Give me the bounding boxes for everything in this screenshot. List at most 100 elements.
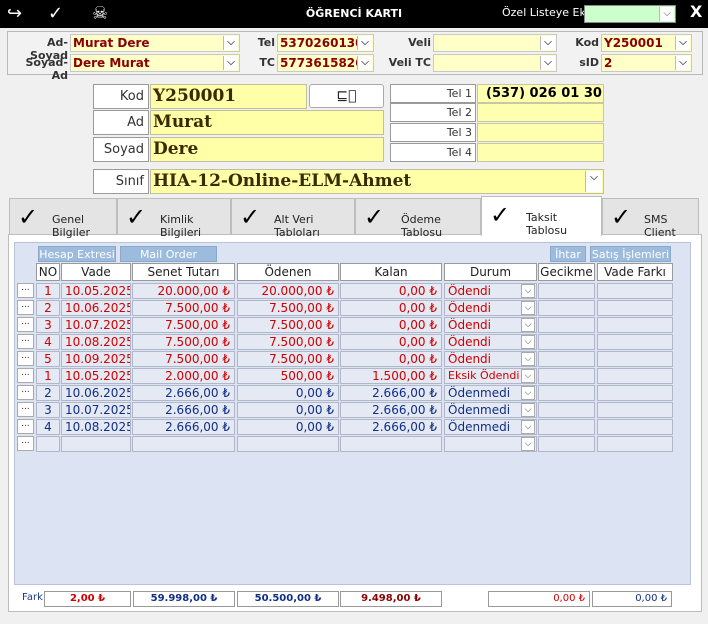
chevron-down-icon[interactable]: ⌵ bbox=[675, 36, 690, 50]
chevron-down-icon[interactable]: ⌵ bbox=[357, 36, 372, 50]
tab-odeme-tablosu[interactable]: ✓ Ödeme Tablosu bbox=[355, 198, 481, 239]
table-cell-empty[interactable] bbox=[597, 436, 673, 452]
table-cell-vade-farki[interactable] bbox=[597, 368, 673, 384]
table-cell-kalan[interactable]: 0,00 ₺ bbox=[340, 334, 442, 350]
chevron-down-icon[interactable]: ⌵ bbox=[521, 318, 535, 332]
chevron-down-icon[interactable]: ⌵ bbox=[223, 36, 238, 50]
table-cell-vade-farki[interactable] bbox=[597, 385, 673, 401]
ad-soyad-field[interactable]: Murat Dere ⌵ bbox=[70, 34, 240, 52]
tab-genel-bilgiler[interactable]: ✓ Genel Bilgiler bbox=[9, 198, 117, 239]
table-cell-empty[interactable] bbox=[340, 436, 442, 452]
table-cell-odenen[interactable]: 500,00 ₺ bbox=[237, 368, 339, 384]
row-detail-button[interactable]: ... bbox=[17, 283, 34, 298]
table-cell-no[interactable]: 5 bbox=[36, 351, 60, 367]
table-cell-kalan[interactable]: 1.500,00 ₺ bbox=[340, 368, 442, 384]
chevron-down-icon[interactable]: ⌵ bbox=[521, 284, 535, 298]
row-detail-button[interactable]: ... bbox=[17, 334, 34, 349]
tel1-field[interactable]: (537) 026 01 30 bbox=[477, 84, 604, 103]
table-cell-vade-farki[interactable] bbox=[597, 283, 673, 299]
col-senet-tutari[interactable]: Senet Tutarı bbox=[132, 263, 235, 281]
table-cell-gecikme[interactable] bbox=[538, 385, 595, 401]
table-cell-gecikme[interactable] bbox=[538, 334, 595, 350]
table-cell-vade[interactable]: 10.09.2025 bbox=[61, 351, 131, 367]
col-odenen[interactable]: Ödenen bbox=[237, 263, 339, 281]
chevron-down-icon[interactable]: ⌵ bbox=[357, 56, 372, 70]
tab-sms-client[interactable]: ✓ SMS Client bbox=[602, 198, 699, 239]
table-cell-no[interactable]: 3 bbox=[36, 402, 60, 418]
table-cell-vade-farki[interactable] bbox=[597, 419, 673, 435]
table-cell-vade-farki[interactable] bbox=[597, 402, 673, 418]
sinif-field[interactable]: HIA-12-Online-ELM-Ahmet ⌵ bbox=[150, 169, 604, 194]
satis-islemleri-button[interactable]: Satış İşlemleri bbox=[590, 246, 671, 262]
table-cell-senet[interactable]: 7.500,00 ₺ bbox=[132, 300, 235, 316]
col-no[interactable]: NO bbox=[36, 263, 60, 281]
table-cell-gecikme[interactable] bbox=[538, 419, 595, 435]
table-cell-no[interactable]: 3 bbox=[36, 317, 60, 333]
table-cell-gecikme[interactable] bbox=[538, 300, 595, 316]
col-durum[interactable]: Durum bbox=[444, 263, 537, 281]
chevron-down-icon[interactable]: ⌵ bbox=[585, 171, 602, 192]
chevron-down-icon[interactable]: ⌵ bbox=[521, 301, 535, 315]
chevron-down-icon[interactable]: ⌵ bbox=[521, 335, 535, 349]
table-cell-vade[interactable]: 10.07.2025 bbox=[61, 402, 131, 418]
table-cell-vade-farki[interactable] bbox=[597, 317, 673, 333]
row-detail-button[interactable]: ... bbox=[17, 385, 34, 400]
table-cell-odenen[interactable]: 0,00 ₺ bbox=[237, 419, 339, 435]
table-cell-gecikme[interactable] bbox=[538, 317, 595, 333]
chevron-down-icon[interactable]: ⌵ bbox=[521, 420, 535, 434]
table-cell-odenen[interactable]: 20.000,00 ₺ bbox=[237, 283, 339, 299]
table-cell-kalan[interactable]: 0,00 ₺ bbox=[340, 317, 442, 333]
chevron-down-icon[interactable]: ⌵ bbox=[521, 437, 535, 451]
table-cell-senet[interactable]: 7.500,00 ₺ bbox=[132, 351, 235, 367]
table-cell-no[interactable]: 2 bbox=[36, 300, 60, 316]
table-cell-vade[interactable]: 10.06.2025 bbox=[61, 300, 131, 316]
chevron-down-icon[interactable]: ⌵ bbox=[521, 352, 535, 366]
chevron-down-icon[interactable]: ⌵ bbox=[540, 56, 555, 70]
table-cell-odenen[interactable]: 7.500,00 ₺ bbox=[237, 351, 339, 367]
row-detail-button[interactable]: ... bbox=[17, 300, 34, 315]
table-cell-vade[interactable]: 10.05.2025 bbox=[61, 283, 131, 299]
row-detail-button[interactable]: ... bbox=[17, 351, 34, 366]
table-cell-vade-farki[interactable] bbox=[597, 351, 673, 367]
table-cell-gecikme[interactable] bbox=[538, 402, 595, 418]
list-icon[interactable]: ⊑⃞ bbox=[309, 84, 384, 108]
col-gecikme[interactable]: Gecikme bbox=[538, 263, 595, 281]
row-detail-button[interactable]: ... bbox=[17, 436, 34, 451]
table-cell-empty[interactable] bbox=[36, 436, 60, 452]
table-cell-vade[interactable]: 10.07.2025 bbox=[61, 317, 131, 333]
table-cell-vade-farki[interactable] bbox=[597, 334, 673, 350]
table-cell-no[interactable]: 1 bbox=[36, 283, 60, 299]
kod-field[interactable]: Y250001 ⌵ bbox=[601, 34, 692, 52]
table-cell-gecikme[interactable] bbox=[538, 283, 595, 299]
sid-field[interactable]: 2 ⌵ bbox=[601, 54, 692, 72]
table-cell-odenen[interactable]: 7.500,00 ₺ bbox=[237, 317, 339, 333]
table-cell-empty[interactable] bbox=[132, 436, 235, 452]
table-cell-no[interactable]: 4 bbox=[36, 419, 60, 435]
table-cell-senet[interactable]: 2.666,00 ₺ bbox=[132, 402, 235, 418]
tab-kimlik-bilgileri[interactable]: ✓ Kimlik Bilgileri bbox=[117, 198, 231, 239]
col-kalan[interactable]: Kalan bbox=[340, 263, 442, 281]
table-cell-no[interactable]: 4 bbox=[36, 334, 60, 350]
table-cell-no[interactable]: 2 bbox=[36, 385, 60, 401]
row-detail-button[interactable]: ... bbox=[17, 402, 34, 417]
chevron-down-icon[interactable]: ⌵ bbox=[521, 403, 535, 417]
close-button[interactable]: X bbox=[690, 2, 702, 21]
table-cell-empty[interactable] bbox=[61, 436, 131, 452]
table-cell-senet[interactable]: 2.000,00 ₺ bbox=[132, 368, 235, 384]
table-cell-no[interactable]: 1 bbox=[36, 368, 60, 384]
tel4-field[interactable] bbox=[477, 143, 604, 162]
veli-tc-field[interactable]: ⌵ bbox=[433, 54, 557, 72]
row-detail-button[interactable]: ... bbox=[17, 419, 34, 434]
table-cell-vade[interactable]: 10.06.2025 bbox=[61, 385, 131, 401]
row-detail-button[interactable]: ... bbox=[17, 317, 34, 332]
table-cell-kalan[interactable]: 0,00 ₺ bbox=[340, 300, 442, 316]
student-soyad-field[interactable]: Dere bbox=[150, 137, 384, 162]
veli-field[interactable]: ⌵ bbox=[433, 34, 557, 52]
ihtar-button[interactable]: İhtar bbox=[550, 246, 586, 262]
table-cell-gecikme[interactable] bbox=[538, 351, 595, 367]
tab-alt-veri-tablolari[interactable]: ✓ Alt Veri Tabloları bbox=[231, 198, 355, 239]
table-cell-empty[interactable] bbox=[237, 436, 339, 452]
chevron-down-icon[interactable]: ⌵ bbox=[540, 36, 555, 50]
table-cell-kalan[interactable]: 0,00 ₺ bbox=[340, 351, 442, 367]
hesap-extresi-button[interactable]: Hesap Extresi bbox=[38, 246, 116, 262]
